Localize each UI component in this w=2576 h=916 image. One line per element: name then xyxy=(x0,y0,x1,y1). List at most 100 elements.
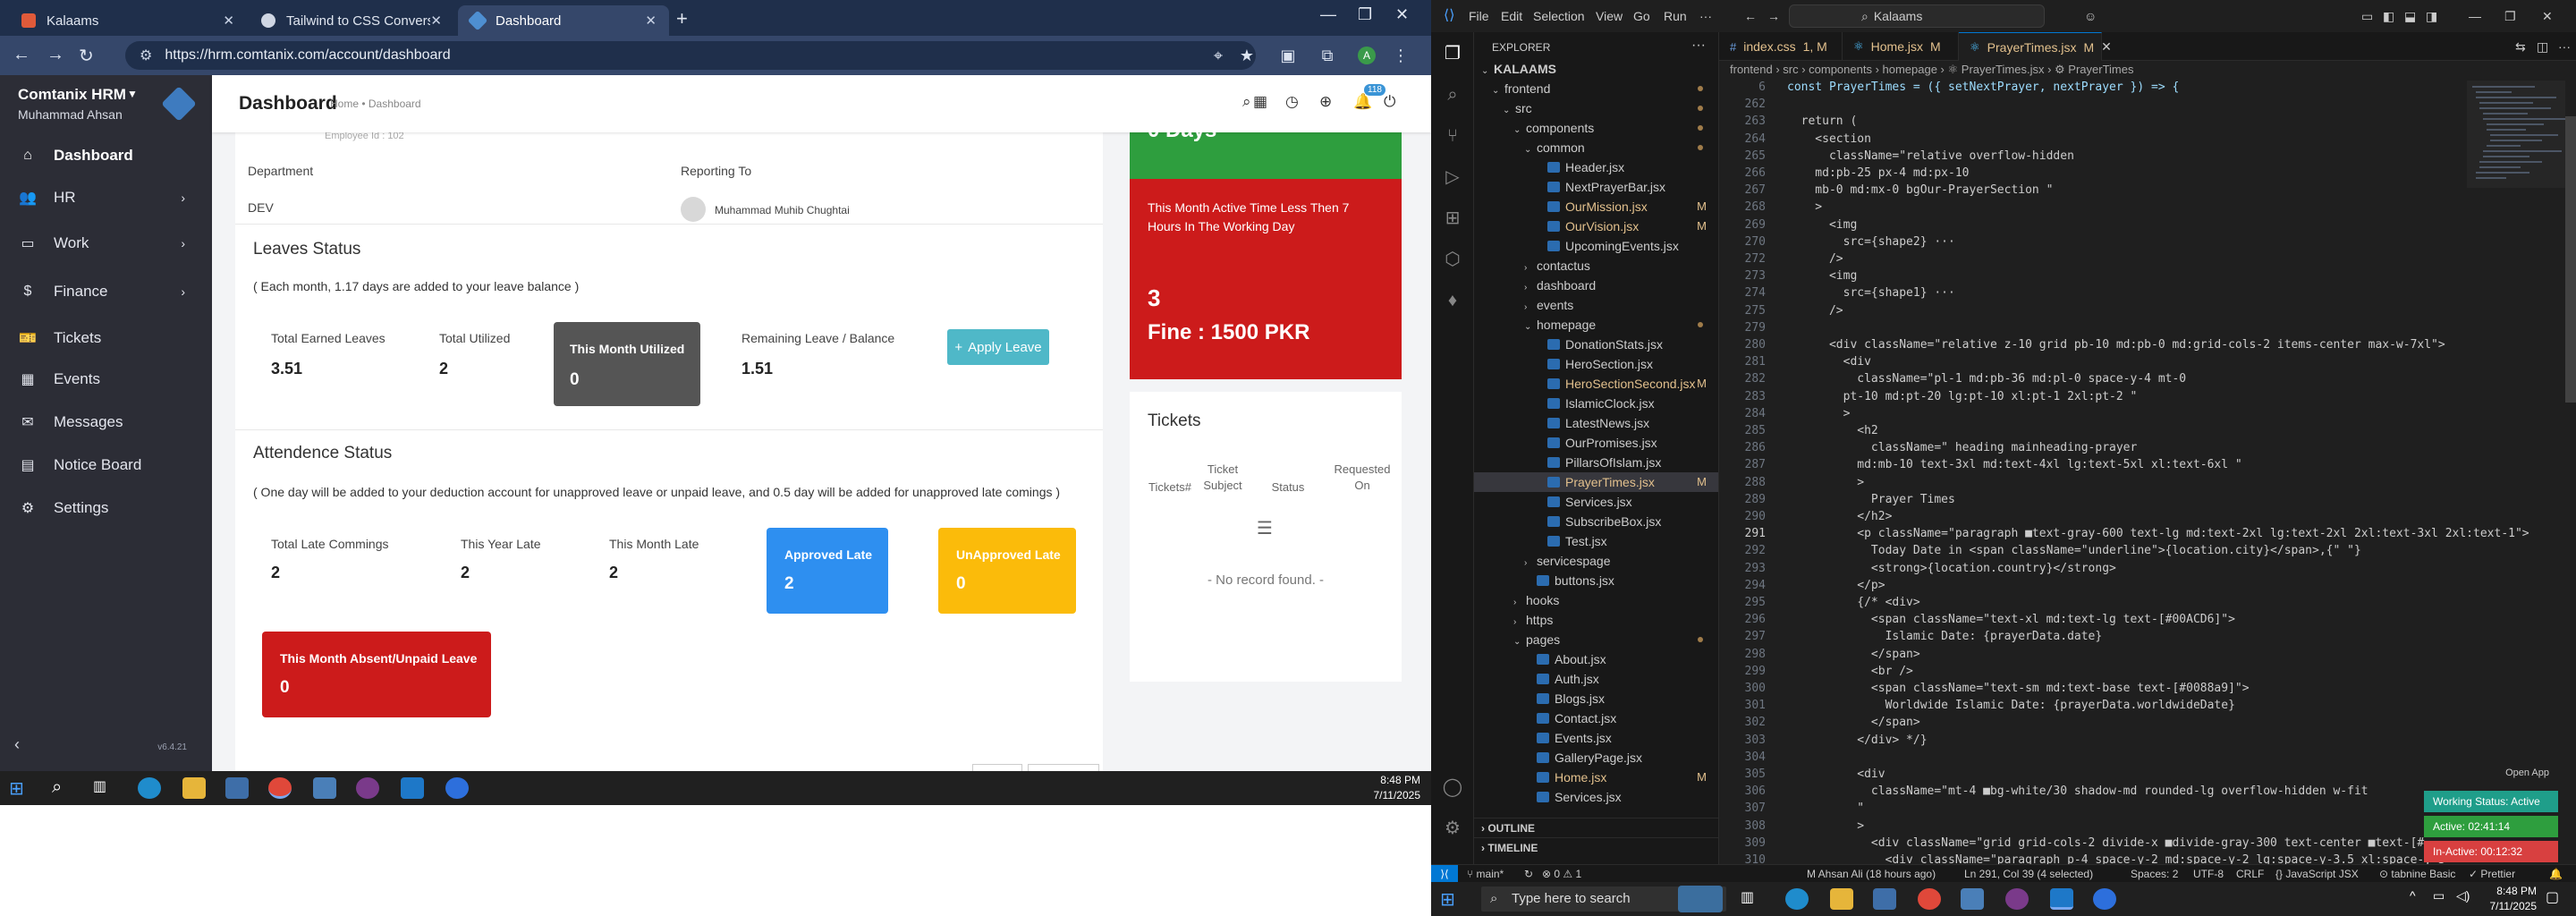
task-view-icon[interactable]: ▥ xyxy=(1741,888,1764,910)
vscode-icon[interactable] xyxy=(2050,888,2073,910)
tree-folder-item[interactable]: › hooks xyxy=(1474,590,1718,610)
volume-icon[interactable]: ◁) xyxy=(2456,888,2479,910)
tab-home-jsx[interactable]: ⚛ Home.jsx M xyxy=(1843,32,1959,61)
sidebar-item-events[interactable]: ▦ Events xyxy=(0,361,212,397)
site-info-icon[interactable]: ⚙ xyxy=(140,47,152,64)
sidebar-item-work[interactable]: ▭ Work › xyxy=(0,225,212,261)
file-explorer-icon[interactable] xyxy=(1830,888,1853,910)
tree-folder-item[interactable]: ⌄ src xyxy=(1474,98,1718,118)
network-icon[interactable]: ▭ xyxy=(2433,888,2456,910)
code-editor[interactable]: 6 const PrayerTimes = ({ setNextPrayer, n… xyxy=(1719,81,2576,864)
vscode-icon[interactable] xyxy=(401,777,424,799)
more-actions-icon[interactable]: ··· xyxy=(1691,38,1706,54)
menu-view[interactable]: View xyxy=(1596,9,1623,23)
menu-edit[interactable]: Edit xyxy=(1501,9,1522,23)
tree-folder-item[interactable]: ⌄ components xyxy=(1474,118,1718,138)
chrome-icon[interactable] xyxy=(268,777,292,799)
tree-folder-item[interactable]: › events xyxy=(1474,295,1718,315)
tree-file-item[interactable]: NextPrayerBar.jsx xyxy=(1474,177,1718,197)
search-icon[interactable]: ⌕ xyxy=(1442,84,1463,106)
forward-icon[interactable]: → xyxy=(47,45,64,65)
github-desktop-icon[interactable] xyxy=(2005,888,2029,910)
tree-file-item[interactable]: Header.jsx xyxy=(1474,157,1718,177)
tree-folder-item[interactable]: ⌄ frontend xyxy=(1474,79,1718,98)
browser-tab-kalaams[interactable]: Kalaams ✕ xyxy=(9,5,247,36)
sidebar-item-dashboard[interactable]: ⌂ Dashboard xyxy=(0,138,212,174)
task-view-icon[interactable]: ▥ xyxy=(93,777,116,799)
cursor-position[interactable]: Ln 291, Col 39 (4 selected) xyxy=(1964,868,2093,880)
windows-start-icon[interactable]: ⊞ xyxy=(1440,888,1463,910)
pagination-button[interactable] xyxy=(972,764,1022,771)
store-icon[interactable] xyxy=(225,777,249,799)
account-icon[interactable]: ◯ xyxy=(1442,776,1463,798)
sidebar-item-finance[interactable]: $ Finance › xyxy=(0,274,212,310)
windows-start-icon[interactable]: ⊞ xyxy=(9,777,32,799)
split-editor-icon[interactable]: ◫ xyxy=(2537,39,2548,55)
collapse-sidebar-icon[interactable]: ‹ xyxy=(14,735,20,754)
command-center-search[interactable]: ⌕ Kalaams xyxy=(1789,4,2045,28)
bell-icon[interactable]: 🔔 xyxy=(2549,868,2563,880)
tree-file-item[interactable]: OurPromises.jsx xyxy=(1474,433,1718,453)
tree-folder-item[interactable]: ⌄ pages xyxy=(1474,630,1718,649)
browser-tab-tailwind[interactable]: Tailwind to CSS Conversion ✕ xyxy=(249,5,454,36)
tree-file-item[interactable]: Blogs.jsx xyxy=(1474,689,1718,708)
encoding-status[interactable]: UTF-8 xyxy=(2193,868,2224,880)
bell-icon[interactable]: 🔔 xyxy=(1353,93,1372,111)
tree-file-item[interactable]: GalleryPage.jsx xyxy=(1474,748,1718,768)
bookmark-star-icon[interactable]: ★ xyxy=(1238,47,1256,64)
close-tab-icon[interactable]: ✕ xyxy=(2101,39,2112,55)
reload-icon[interactable]: ↻ xyxy=(79,45,94,67)
tree-folder-item[interactable]: ⌄ KALAAMS xyxy=(1474,59,1718,79)
toggle-sidebar-icon[interactable]: ◧ xyxy=(2383,9,2394,24)
layout-icon[interactable]: ▭ xyxy=(2361,9,2373,24)
zoom-icon[interactable] xyxy=(2093,888,2116,910)
tree-file-item[interactable]: UpcomingEvents.jsx xyxy=(1474,236,1718,256)
app-icon[interactable] xyxy=(1961,888,1984,910)
language-mode[interactable]: {} JavaScript JSX xyxy=(2275,868,2359,880)
tab-index-css[interactable]: # index.css 1, M xyxy=(1719,32,1843,61)
back-icon[interactable]: ← xyxy=(13,45,30,65)
tree-folder-item[interactable]: › dashboard xyxy=(1474,276,1718,295)
app-icon[interactable] xyxy=(313,777,336,799)
tree-file-item[interactable]: About.jsx xyxy=(1474,649,1718,669)
branch-status[interactable]: ⑂ main* xyxy=(1467,868,1504,880)
edge-icon[interactable] xyxy=(1785,888,1809,910)
run-debug-icon[interactable]: ▷ xyxy=(1442,166,1463,188)
remote-icon[interactable]: ⟩⟨ xyxy=(1431,865,1458,883)
tree-file-item[interactable]: SubscribeBox.jsx xyxy=(1474,512,1718,531)
tabnine-status[interactable]: ⊙ tabnine Basic xyxy=(2379,868,2455,880)
editor-scrollbar[interactable] xyxy=(2565,81,2576,864)
tree-file-item[interactable]: buttons.jsx xyxy=(1474,571,1718,590)
tree-file-item[interactable]: OurVision.jsx M xyxy=(1474,216,1718,236)
back-icon[interactable]: ← xyxy=(1744,9,1757,23)
source-control-icon[interactable]: ⑂ xyxy=(1442,125,1463,147)
close-tab-icon[interactable]: ✕ xyxy=(645,13,657,29)
tree-file-item[interactable]: Auth.jsx xyxy=(1474,669,1718,689)
search-icon[interactable]: ⌕ xyxy=(52,777,75,799)
store-icon[interactable] xyxy=(1873,888,1896,910)
tree-file-item[interactable]: PillarsOfIslam.jsx xyxy=(1474,453,1718,472)
chrome-icon[interactable] xyxy=(1918,888,1941,910)
tree-folder-item[interactable]: ⌄ common xyxy=(1474,138,1718,157)
tree-file-item[interactable]: DonationStats.jsx xyxy=(1474,335,1718,354)
notes-icon[interactable]: ▦ xyxy=(1253,93,1267,111)
tree-folder-item[interactable]: ⌄ homepage xyxy=(1474,315,1718,335)
toggle-panel-icon[interactable]: ⬓ xyxy=(2404,9,2416,24)
tree-file-item[interactable]: Services.jsx xyxy=(1474,492,1718,512)
restore-icon[interactable]: ❐ xyxy=(1358,5,1372,24)
scrollbar-thumb[interactable] xyxy=(2565,116,2576,403)
tree-file-item[interactable]: Home.jsx M xyxy=(1474,768,1718,787)
extension-icon[interactable]: ▣ xyxy=(1279,47,1297,64)
eol-status[interactable]: CRLF xyxy=(2236,868,2264,880)
more-menu-icon[interactable]: ··· xyxy=(1699,9,1712,23)
menu-file[interactable]: File xyxy=(1469,9,1489,23)
extensions-icon[interactable]: ⊞ xyxy=(1442,208,1463,229)
close-window-icon[interactable]: ✕ xyxy=(2542,9,2553,24)
menu-selection[interactable]: Selection xyxy=(1533,9,1585,23)
location-icon[interactable]: ⌖ xyxy=(1209,47,1227,64)
company-dropdown-icon[interactable]: ▼ xyxy=(127,88,138,100)
sync-icon[interactable]: ↻ xyxy=(1524,868,1533,880)
open-app-link[interactable]: Open App xyxy=(2505,768,2549,778)
tree-folder-item[interactable]: › contactus xyxy=(1474,256,1718,276)
git-blame-status[interactable]: M Ahsan Ali (18 hours ago) xyxy=(1807,868,1936,880)
